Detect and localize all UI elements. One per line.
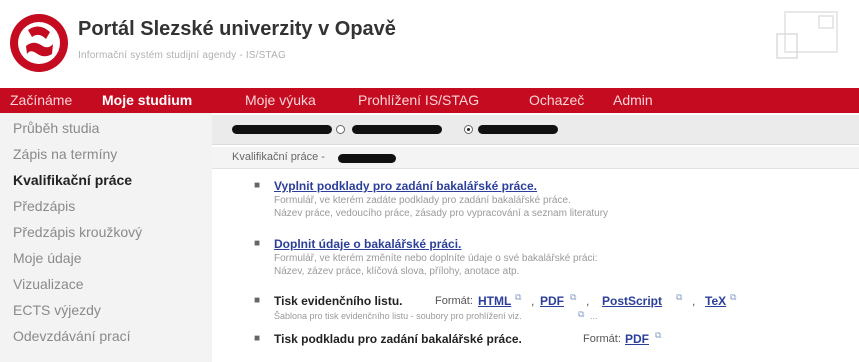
- sidebar-item-moje-udaje[interactable]: Moje údaje: [13, 250, 82, 266]
- bullet-icon: ■: [254, 180, 261, 191]
- external-link-icon: ⧉: [730, 292, 737, 302]
- item-description: Formulář, ve kterém zadáte podklady pro …: [274, 195, 571, 206]
- study-radio-2[interactable]: [464, 125, 473, 134]
- item-description: Název práce, vedoucího práce, zásady pro…: [274, 208, 609, 219]
- external-link-icon: ⧉: [570, 292, 577, 302]
- external-link-icon: ⧉: [655, 330, 662, 340]
- sidebar-item-predzapis-krouzkovy[interactable]: Předzápis kroužkový: [13, 224, 142, 240]
- format-html-link[interactable]: HTML: [478, 294, 511, 308]
- main-menu: Začínáme Moje studium Moje výuka Prohlíž…: [0, 88, 859, 113]
- format-separator: ,: [531, 294, 535, 308]
- format-pdf-link[interactable]: PDF: [625, 332, 649, 346]
- sidebar-item-ects-vyjezdy[interactable]: ECTS výjezdy: [13, 302, 101, 318]
- redacted-name: [232, 125, 332, 134]
- breadcrumb: Kvalifikační práce -: [212, 147, 859, 169]
- main-content: Kvalifikační práce - ■ Vyplnit podklady …: [212, 113, 859, 362]
- bullet-icon: ■: [254, 295, 261, 306]
- university-logo-icon: [10, 14, 68, 72]
- external-link-icon: ⧉: [578, 309, 585, 319]
- print-assignment-label: Tisk podkladu pro zadání bakalářské prác…: [274, 332, 522, 346]
- menu-item-ochazec[interactable]: Ochazeč: [529, 92, 584, 108]
- sidebar: Průběh studia Zápis na termíny Kvalifika…: [0, 113, 212, 362]
- redacted-student-id: [338, 154, 396, 163]
- bullet-icon: ■: [254, 333, 261, 344]
- redacted-study-2: [478, 125, 558, 134]
- sidebar-item-odevzdavani-praci[interactable]: Odevzdávání prací: [13, 328, 131, 344]
- page-header: Portál Slezské univerzity v Opavě Inform…: [0, 0, 859, 88]
- sidebar-item-prubeh-studia[interactable]: Průběh studia: [13, 120, 99, 136]
- format-label: Formát:: [435, 295, 473, 307]
- bullet-icon: ■: [254, 238, 261, 249]
- sidebar-item-predzapis[interactable]: Předzápis: [13, 198, 75, 214]
- format-label: Formát:: [583, 333, 621, 345]
- site-title: Portál Slezské univerzity v Opavě: [78, 18, 396, 40]
- menu-item-moje-vyuka[interactable]: Moje výuka: [245, 92, 316, 108]
- fill-assignment-link[interactable]: Vyplnit podklady pro zadání bakalářské p…: [274, 179, 537, 193]
- menu-item-zaciname[interactable]: Začínáme: [10, 92, 72, 108]
- item-description: Šablona pro tisk evidenčního listu - sou…: [274, 311, 522, 321]
- print-sheet-label: Tisk evidenčního listu.: [274, 294, 403, 308]
- item-description: Název, zázev práce, klíčová slova, přílo…: [274, 266, 520, 277]
- menu-item-admin[interactable]: Admin: [613, 92, 653, 108]
- breadcrumb-label: Kvalifikační práce -: [232, 151, 325, 163]
- item-description-suffix: ...: [590, 311, 598, 321]
- complete-thesis-link[interactable]: Doplnit údaje o bakalářské práci.: [274, 237, 461, 251]
- study-radio-1[interactable]: [336, 125, 345, 134]
- menu-item-moje-studium[interactable]: Moje studium: [102, 92, 192, 108]
- external-link-icon: ⧉: [676, 292, 683, 302]
- format-separator: ,: [692, 294, 696, 308]
- menu-item-prohlizeni[interactable]: Prohlížení IS/STAG: [358, 92, 479, 108]
- format-tex-link[interactable]: TeX: [705, 294, 726, 308]
- sidebar-item-kvalifikacni-prace[interactable]: Kvalifikační práce: [13, 172, 132, 188]
- header-decoration-icon: [776, 11, 838, 59]
- format-postscript-link[interactable]: PostScript: [602, 294, 662, 308]
- format-pdf-link[interactable]: PDF: [540, 294, 564, 308]
- site-subtitle: Informační systém studijní agendy - IS/S…: [78, 50, 286, 61]
- item-description: Formulář, ve kterém změníte nebo doplnít…: [274, 253, 598, 264]
- redacted-study-1: [352, 125, 442, 134]
- external-link-icon: ⧉: [515, 292, 522, 302]
- format-separator: ,: [586, 294, 590, 308]
- study-selector: [212, 115, 859, 145]
- sidebar-item-vizualizace[interactable]: Vizualizace: [13, 276, 84, 292]
- sidebar-item-zapis-na-terminy[interactable]: Zápis na termíny: [13, 146, 117, 162]
